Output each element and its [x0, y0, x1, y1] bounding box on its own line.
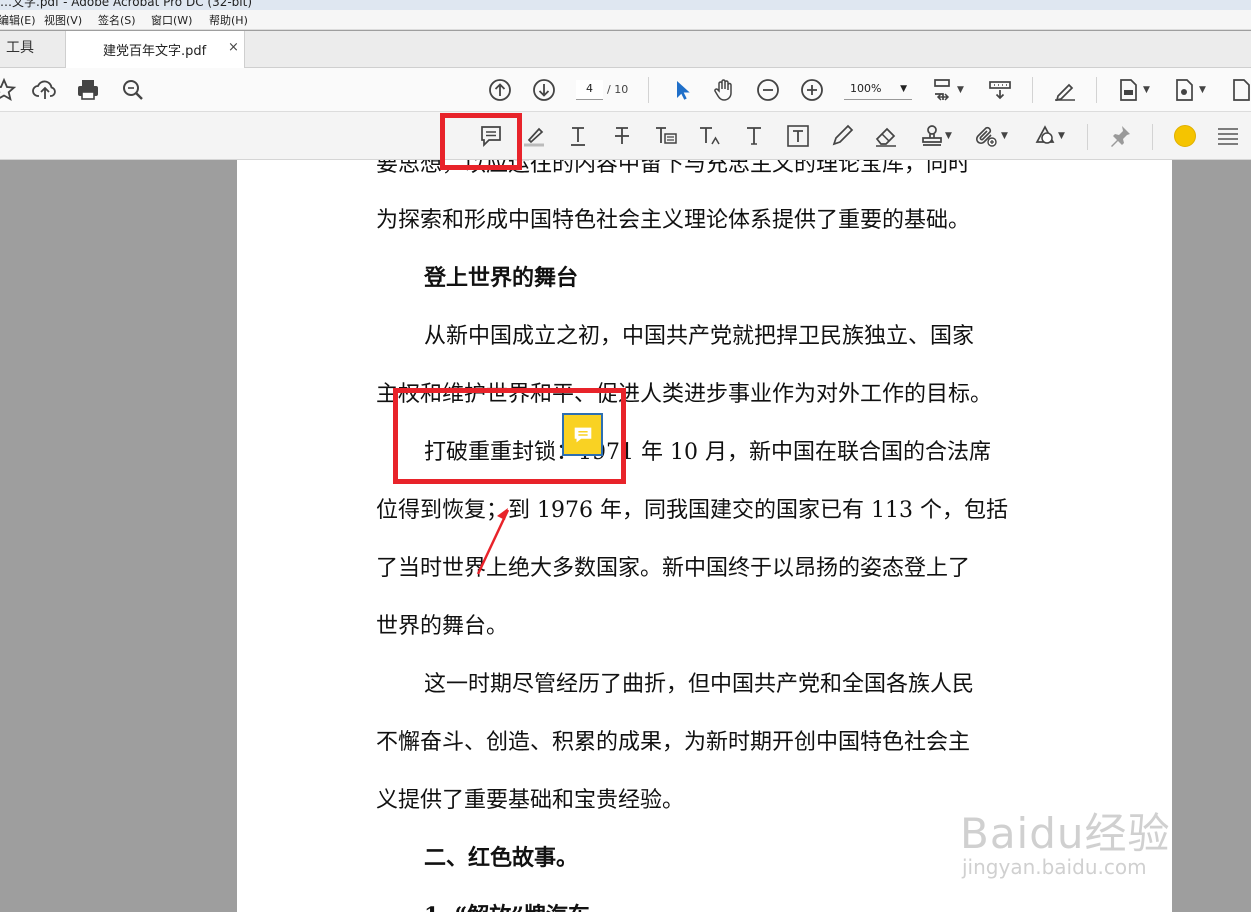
- window-title: …文字.pdf - Adobe Acrobat Pro DC (32-bit): [0, 0, 253, 9]
- sign-pen-icon[interactable]: [1049, 74, 1081, 106]
- tab-tools[interactable]: 工具: [0, 31, 65, 67]
- tab-document-label: 建党百年文字.pdf: [103, 44, 207, 59]
- replace-text-icon[interactable]: [650, 120, 682, 152]
- cloud-upload-icon[interactable]: [29, 74, 61, 106]
- document-pane-icon[interactable]: [1225, 74, 1251, 106]
- body-line: 不懈奋斗、创造、积累的成果，为新时期开创中国特色社会主: [376, 730, 971, 755]
- chevron-down-icon[interactable]: ▼: [1199, 85, 1206, 95]
- toolbar-divider: [1032, 77, 1033, 103]
- previous-page-icon[interactable]: [484, 74, 516, 106]
- watermark-brand: Baidu经验: [960, 809, 1171, 858]
- strikethrough-text-icon[interactable]: [606, 120, 638, 152]
- section-heading: 1. “解放”牌汽车: [424, 898, 590, 912]
- comment-toolbar: ▼ ▼ ▼: [0, 112, 1251, 160]
- zoom-in-icon[interactable]: [796, 74, 828, 106]
- baidu-watermark: Baidu经验 jingyan.baidu.com: [960, 800, 1190, 885]
- body-line: 了当时世界上绝大多数国家。新中国终于以昂扬的姿态登上了: [376, 556, 971, 581]
- zoom-search-icon[interactable]: [117, 74, 149, 106]
- export-document-icon[interactable]: [1168, 74, 1200, 106]
- hand-tool-icon[interactable]: [708, 74, 740, 106]
- menu-help[interactable]: 帮助(H): [209, 12, 248, 28]
- body-line: 从新中国成立之初，中国共产党就把捍卫民族独立、国家: [424, 324, 975, 349]
- section-heading: 二、红色故事。: [424, 845, 579, 871]
- drawing-shapes-icon[interactable]: [1029, 120, 1061, 152]
- tab-document[interactable]: 建党百年文字.pdf ×: [65, 31, 245, 68]
- next-page-icon[interactable]: [528, 74, 560, 106]
- toolbar-divider: [1152, 124, 1153, 150]
- highlight-text-icon[interactable]: [518, 120, 550, 152]
- pin-icon[interactable]: [1104, 120, 1136, 152]
- chevron-down-icon[interactable]: ▼: [1058, 131, 1065, 141]
- menu-bar: 编辑(E) 视图(V) 签名(S) 窗口(W) 帮助(H): [0, 10, 1251, 30]
- save-document-icon[interactable]: [1112, 74, 1144, 106]
- add-text-comment-icon[interactable]: [738, 120, 770, 152]
- underline-text-icon[interactable]: [562, 120, 594, 152]
- highlight-box-comment: [393, 388, 626, 484]
- arrow-annotation: [476, 508, 510, 575]
- scroll-mode-icon[interactable]: [984, 74, 1016, 106]
- body-line: 为探索和形成中国特色社会主义理论体系提供了重要的基础。: [376, 208, 971, 233]
- toolbar-divider: [648, 77, 649, 103]
- page-number-input[interactable]: 4: [576, 80, 603, 100]
- zoom-out-icon[interactable]: [752, 74, 784, 106]
- body-line: 义提供了重要基础和宝贵经验。: [376, 788, 685, 813]
- eraser-icon[interactable]: [870, 120, 902, 152]
- main-toolbar: 4 / 10 100% ▼ ▼ ▼ ▼: [0, 68, 1251, 112]
- tab-close-icon[interactable]: ×: [228, 40, 239, 55]
- chevron-down-icon[interactable]: ▼: [957, 85, 964, 95]
- line-weight-icon[interactable]: [1212, 120, 1244, 152]
- text-box-icon[interactable]: [782, 120, 814, 152]
- chevron-down-icon[interactable]: ▼: [1143, 85, 1150, 95]
- menu-edit[interactable]: 编辑(E): [0, 12, 36, 28]
- zoom-level-select[interactable]: 100% ▼: [844, 80, 912, 100]
- fit-page-icon[interactable]: [927, 74, 959, 106]
- pencil-draw-icon[interactable]: [826, 120, 858, 152]
- body-line: 这一时期尽管经历了曲折，但中国共产党和全国各族人民: [424, 672, 975, 697]
- stamp-icon[interactable]: [916, 120, 948, 152]
- attach-file-icon[interactable]: [970, 120, 1002, 152]
- menu-window[interactable]: 窗口(W): [151, 12, 192, 28]
- toolbar-divider: [1087, 124, 1088, 150]
- insert-text-icon[interactable]: [694, 120, 726, 152]
- zoom-level-value: 100%: [850, 82, 882, 95]
- color-swatch[interactable]: [1174, 125, 1196, 147]
- bookmark-star-icon[interactable]: [0, 74, 20, 106]
- watermark-url: jingyan.baidu.com: [962, 855, 1147, 879]
- tab-bar: 工具 建党百年文字.pdf ×: [0, 31, 1251, 68]
- section-heading: 登上世界的舞台: [424, 265, 579, 291]
- select-cursor-icon[interactable]: [665, 74, 697, 106]
- toolbar-divider: [1096, 77, 1097, 103]
- body-line: 世界的舞台。: [376, 614, 509, 639]
- print-icon[interactable]: [72, 74, 104, 106]
- chevron-down-icon[interactable]: ▼: [945, 131, 952, 141]
- menu-sign[interactable]: 签名(S): [98, 12, 136, 28]
- chevron-down-icon[interactable]: ▼: [1001, 131, 1008, 141]
- page-total: / 10: [607, 83, 629, 96]
- highlight-box-toolbar: [440, 113, 522, 170]
- chevron-down-icon: ▼: [900, 84, 907, 94]
- menu-view[interactable]: 视图(V): [44, 12, 82, 28]
- window-title-bar: …文字.pdf - Adobe Acrobat Pro DC (32-bit): [0, 0, 1251, 10]
